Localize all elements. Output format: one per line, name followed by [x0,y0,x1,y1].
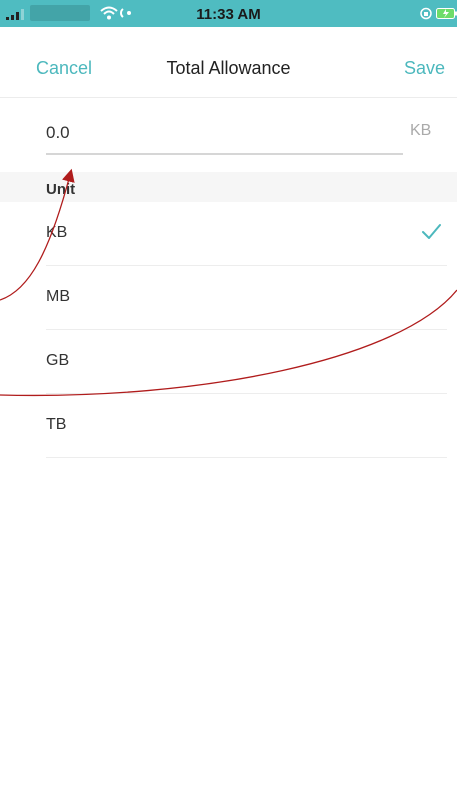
divider [46,457,447,458]
unit-option-label: MB [46,288,70,305]
unit-option-kb[interactable]: KB [0,202,457,266]
unit-list: KB MB GB TB [0,202,457,458]
save-button[interactable]: Save [404,58,445,79]
status-time: 11:33 AM [196,6,261,23]
status-bar: 11:33 AM [0,0,457,27]
battery-icon [436,8,457,19]
unit-section-header: Unit [0,172,457,202]
nav-bar: Cancel Total Allowance Save [0,27,457,98]
allowance-input-row [46,115,403,155]
lock-rotation-icon [420,7,432,20]
unit-option-label: KB [46,224,68,241]
checkmark-icon [422,224,441,239]
unit-option-label: GB [46,352,70,369]
unit-option-gb[interactable]: GB [0,330,457,394]
unit-option-mb[interactable]: MB [0,266,457,330]
allowance-input[interactable] [46,115,346,151]
unit-option-label: TB [46,416,67,433]
page-title: Total Allowance [166,58,291,78]
unit-section-title: Unit [46,181,76,198]
allowance-unit-suffix: KB [410,122,432,139]
unit-option-tb[interactable]: TB [0,394,457,458]
